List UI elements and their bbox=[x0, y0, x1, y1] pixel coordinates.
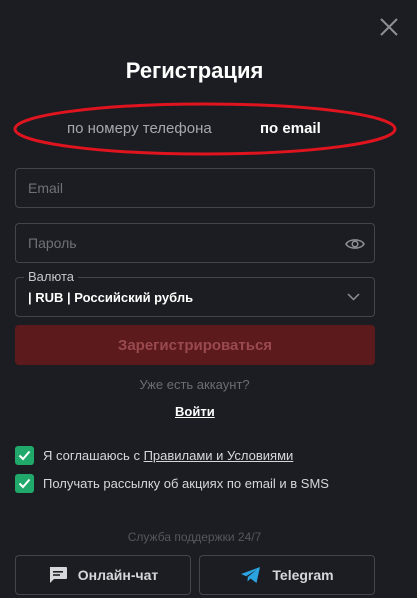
currency-select[interactable]: Валюта | RUB | Российский рубль bbox=[15, 269, 375, 317]
telegram-button[interactable]: Telegram bbox=[199, 555, 375, 595]
newsletter-text: Получать рассылку об акциях по email и в… bbox=[43, 475, 329, 491]
email-field[interactable] bbox=[15, 168, 375, 208]
registration-modal: Регистрация по номеру телефона по email … bbox=[0, 0, 417, 598]
newsletter-checkbox[interactable] bbox=[15, 473, 34, 493]
terms-text: Я соглашаюсь с Правилами и Условиями bbox=[43, 448, 293, 463]
chat-icon bbox=[49, 567, 67, 583]
email-input[interactable] bbox=[16, 169, 374, 207]
currency-value: | RUB | Российский рубль bbox=[28, 290, 194, 305]
telegram-icon bbox=[241, 567, 261, 583]
online-chat-label: Онлайн-чат bbox=[77, 567, 159, 583]
password-field[interactable] bbox=[15, 223, 375, 263]
checkmark-icon bbox=[18, 450, 31, 460]
close-icon[interactable] bbox=[378, 16, 400, 38]
register-button-label: Зарегистрироваться bbox=[117, 336, 273, 354]
telegram-label: Telegram bbox=[272, 567, 334, 583]
terms-checkbox[interactable] bbox=[15, 445, 34, 465]
terms-prefix: Я соглашаюсь с bbox=[43, 447, 144, 463]
currency-label: Валюта bbox=[24, 269, 78, 284]
login-link[interactable]: Войти bbox=[175, 404, 215, 419]
tab-email[interactable]: по email bbox=[260, 120, 321, 137]
have-account-text: Уже есть аккаунт? bbox=[139, 377, 250, 392]
page-title: Регистрация bbox=[125, 58, 264, 83]
newsletter-consent-row: Получать рассылку об акциях по email и в… bbox=[15, 473, 329, 493]
register-button[interactable]: Зарегистрироваться bbox=[15, 325, 375, 365]
registration-method-tabs: по номеру телефона по email bbox=[10, 100, 400, 158]
terms-consent-row: Я соглашаюсь с Правилами и Условиями bbox=[15, 445, 293, 465]
checkmark-icon bbox=[18, 478, 31, 488]
tab-phone[interactable]: по номеру телефона bbox=[67, 120, 212, 137]
terms-link[interactable]: Правилами и Условиями bbox=[144, 448, 294, 463]
password-input[interactable] bbox=[16, 224, 374, 262]
support-title: Служба поддержки 24/7 bbox=[127, 530, 262, 544]
chevron-down-icon bbox=[347, 293, 360, 301]
online-chat-button[interactable]: Онлайн-чат bbox=[15, 555, 191, 595]
eye-icon[interactable] bbox=[345, 236, 365, 252]
